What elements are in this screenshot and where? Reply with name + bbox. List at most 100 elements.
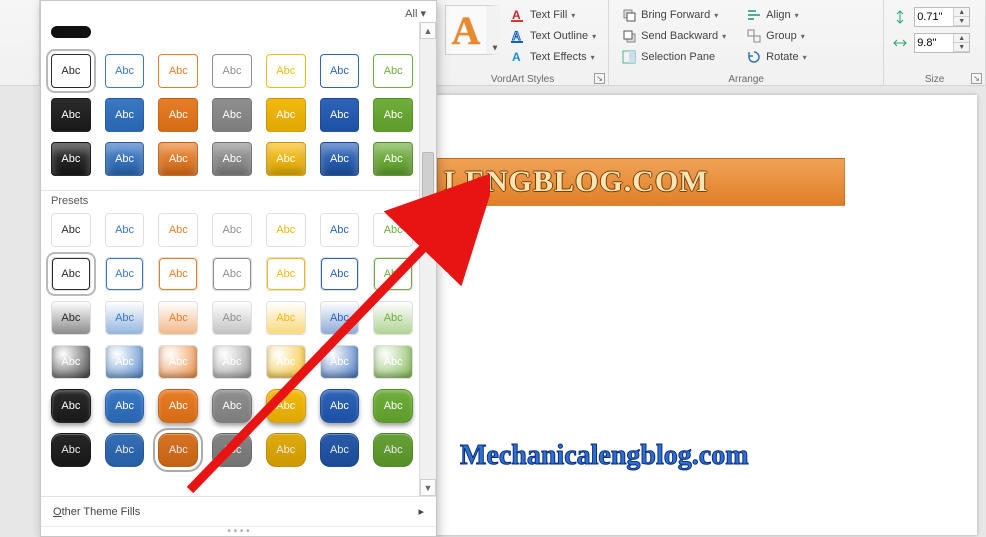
shape-style-swatch[interactable]: Abc xyxy=(51,389,91,423)
shape-style-swatch[interactable]: Abc xyxy=(373,54,413,88)
shape-style-swatch[interactable]: Abc xyxy=(51,213,91,247)
wordart-shape[interactable]: LENGBLOG.COM xyxy=(437,158,845,206)
other-theme-fills-button[interactable]: Other Theme Fills ▸ xyxy=(41,496,436,526)
shape-style-swatch[interactable]: Abc xyxy=(320,98,360,132)
width-input[interactable]: ▲▼ xyxy=(914,33,970,53)
shape-style-swatch[interactable]: Abc xyxy=(105,98,145,132)
shape-style-swatch[interactable]: Abc xyxy=(212,98,252,132)
text-outline-button[interactable]: A Text Outline ▾ xyxy=(506,26,600,46)
shape-style-swatch[interactable]: Abc xyxy=(212,213,252,247)
shape-style-swatch[interactable]: Abc xyxy=(105,54,145,88)
shape-style-swatch[interactable]: Abc xyxy=(212,142,252,176)
shape-style-swatch[interactable]: Abc xyxy=(212,389,252,423)
wordart-quickstyles-button[interactable]: A xyxy=(445,5,500,55)
shape-style-swatch[interactable]: Abc xyxy=(51,98,91,132)
width-spinner[interactable]: ▲▼ xyxy=(953,34,969,52)
shape-style-swatch[interactable]: Abc xyxy=(266,301,306,335)
shape-style-swatch[interactable]: Abc xyxy=(51,142,91,176)
shape-style-swatch[interactable]: Abc xyxy=(158,142,198,176)
shape-style-swatch[interactable]: Abc xyxy=(158,433,198,467)
shape-style-swatch[interactable]: Abc xyxy=(266,98,306,132)
shape-style-swatch[interactable]: Abc xyxy=(212,257,252,291)
chevron-down-icon: ▾ xyxy=(801,32,805,41)
shape-style-swatch[interactable]: Abc xyxy=(320,142,360,176)
send-backward-button[interactable]: Send Backward ▾ xyxy=(617,26,730,46)
shape-style-swatch[interactable]: Abc xyxy=(105,389,145,423)
rotate-button[interactable]: Rotate ▾ xyxy=(742,47,810,67)
shape-style-swatch[interactable]: Abc xyxy=(158,54,198,88)
shape-style-swatch[interactable]: Abc xyxy=(105,257,145,291)
shape-style-swatch[interactable]: Abc xyxy=(320,213,360,247)
gallery-filter-button[interactable]: All ▾ xyxy=(405,7,426,20)
shape-style-swatch[interactable]: Abc xyxy=(266,345,306,379)
gallery-scrollbar[interactable]: ▲ ▼ xyxy=(419,22,436,496)
shape-style-swatch[interactable]: Abc xyxy=(212,301,252,335)
shape-style-swatch[interactable]: Abc xyxy=(158,301,198,335)
shape-styles-gallery: All ▾ Abc Abc Abc Abc Abc Abc Abc Abc Abc Abc Abc A… xyxy=(40,0,437,537)
shape-style-swatch[interactable]: Abc xyxy=(266,213,306,247)
text-effects-button[interactable]: A Text Effects ▾ xyxy=(506,47,600,67)
bring-forward-button[interactable]: Bring Forward ▾ xyxy=(617,5,730,25)
shape-style-swatch[interactable]: Abc xyxy=(105,301,145,335)
shape-style-swatch[interactable]: Abc xyxy=(51,433,91,467)
height-input[interactable]: ▲▼ xyxy=(914,7,970,27)
shape-style-swatch[interactable]: Abc xyxy=(320,301,360,335)
shape-style-swatch[interactable]: Abc xyxy=(105,142,145,176)
shape-style-swatch[interactable]: Abc xyxy=(373,213,413,247)
gallery-resize-handle[interactable]: • • • • xyxy=(41,526,436,536)
dialog-launcher-size[interactable]: ↘ xyxy=(971,73,982,84)
chevron-down-icon: ▾ xyxy=(420,8,426,20)
shape-style-swatch[interactable]: Abc xyxy=(158,257,198,291)
height-spinner[interactable]: ▲▼ xyxy=(953,8,969,26)
shape-style-swatch[interactable]: Abc xyxy=(158,389,198,423)
scroll-up-button[interactable]: ▲ xyxy=(420,22,436,39)
group-label-wordart: VordArt Styles xyxy=(437,74,608,85)
shape-style-swatch[interactable]: Abc xyxy=(373,301,413,335)
shape-style-swatch[interactable]: Abc xyxy=(266,54,306,88)
shape-style-swatch[interactable]: Abc xyxy=(320,433,360,467)
shape-style-swatch[interactable]: Abc xyxy=(105,345,145,379)
shape-style-swatch[interactable]: Abc xyxy=(212,54,252,88)
shape-style-swatch[interactable]: Abc xyxy=(158,213,198,247)
shape-style-swatch[interactable]: Abc xyxy=(51,54,91,88)
shape-style-swatch[interactable]: Abc xyxy=(373,98,413,132)
width-icon xyxy=(892,35,908,51)
shape-style-swatch[interactable] xyxy=(51,26,91,38)
height-value[interactable] xyxy=(915,11,953,23)
chevron-down-icon: ▾ xyxy=(571,11,575,20)
align-label: Align xyxy=(766,9,790,21)
shape-style-swatch[interactable]: Abc xyxy=(266,389,306,423)
shape-style-swatch[interactable]: Abc xyxy=(373,433,413,467)
shape-style-swatch[interactable]: Abc xyxy=(105,213,145,247)
text-effects-icon: A xyxy=(510,49,526,65)
shape-style-swatch[interactable]: Abc xyxy=(373,257,413,291)
shape-style-swatch[interactable]: Abc xyxy=(320,54,360,88)
shape-style-swatch[interactable]: Abc xyxy=(266,257,306,291)
shape-style-swatch[interactable]: Abc xyxy=(158,98,198,132)
scroll-thumb[interactable] xyxy=(422,152,434,212)
shape-style-swatch[interactable]: Abc xyxy=(212,433,252,467)
shape-style-swatch[interactable]: Abc xyxy=(212,345,252,379)
group-button[interactable]: Group ▾ xyxy=(742,26,810,46)
text-fill-button[interactable]: A Text Fill ▾ xyxy=(506,5,600,25)
shape-style-swatch[interactable]: Abc xyxy=(373,345,413,379)
width-value[interactable] xyxy=(915,37,953,49)
shape-style-swatch[interactable]: Abc xyxy=(320,345,360,379)
shape-style-swatch[interactable]: Abc xyxy=(51,301,91,335)
shape-style-swatch[interactable]: Abc xyxy=(320,389,360,423)
shape-style-swatch[interactable]: Abc xyxy=(320,257,360,291)
shape-style-swatch[interactable]: Abc xyxy=(51,345,91,379)
shape-style-swatch[interactable]: Abc xyxy=(266,142,306,176)
shape-style-swatch[interactable]: Abc xyxy=(373,142,413,176)
shape-style-swatch[interactable]: Abc xyxy=(373,389,413,423)
shape-style-swatch[interactable]: Abc xyxy=(105,433,145,467)
selection-pane-button[interactable]: Selection Pane xyxy=(617,47,730,67)
scroll-down-button[interactable]: ▼ xyxy=(420,479,436,496)
align-button[interactable]: Align ▾ xyxy=(742,5,810,25)
shape-style-swatch[interactable]: Abc xyxy=(158,345,198,379)
shape-style-swatch[interactable]: Abc xyxy=(266,433,306,467)
shape-style-swatch[interactable]: Abc xyxy=(51,257,91,291)
dialog-launcher-wordart[interactable]: ↘ xyxy=(594,73,605,84)
send-backward-label: Send Backward xyxy=(641,30,718,42)
group-wordart-styles: A A Text Fill ▾ A Text Outline xyxy=(437,0,609,86)
